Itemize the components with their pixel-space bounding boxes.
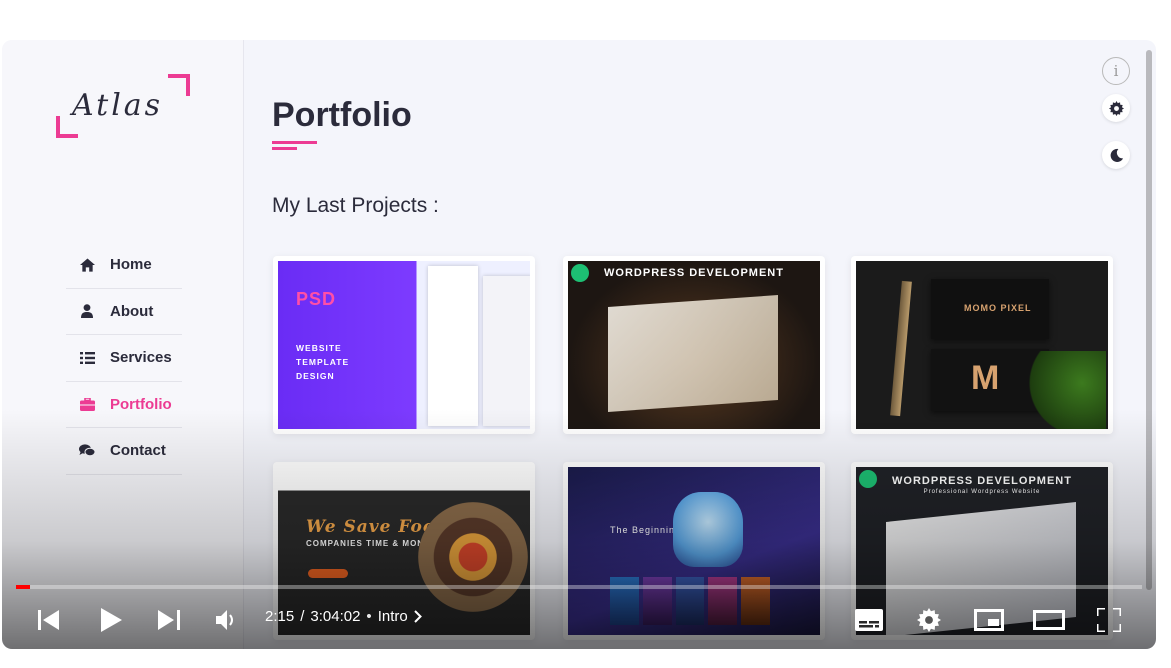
theater-mode-icon [1033, 610, 1065, 630]
portfolio-card[interactable]: The Beginning [563, 462, 825, 640]
spices-image [418, 502, 528, 612]
subtitles-button[interactable] [852, 602, 886, 638]
fullscreen-button[interactable] [1092, 602, 1126, 638]
template-preview [608, 295, 778, 412]
project-caption: The Beginning [610, 525, 682, 535]
subtitles-icon [855, 609, 883, 631]
fern-icon [1026, 351, 1106, 429]
chapter-button[interactable]: Intro [378, 608, 422, 625]
moon-icon[interactable] [1102, 141, 1130, 169]
project-caption: WORDPRESS DEVELOPMENT [892, 475, 1072, 487]
sidebar-item-label: About [110, 302, 154, 320]
project-thumbnail: MOMO PIXEL M [856, 261, 1108, 429]
project-thumbnail: WORDPRESS DEVELOPMENT [568, 261, 820, 429]
briefcase-icon [78, 397, 96, 411]
comments-icon [78, 444, 96, 457]
sidebar: Atlas Home About Services Portfolio Cont… [2, 40, 244, 649]
settings-button[interactable] [912, 602, 946, 638]
gear-icon[interactable] [1102, 94, 1130, 122]
pen-icon [890, 280, 912, 417]
project-subtitle: COMPANIES TIME & MONEY [306, 539, 437, 548]
play-button[interactable] [94, 602, 128, 638]
project-caption: MOMO PIXEL [964, 303, 1032, 313]
project-caption: PSD [296, 289, 337, 309]
sidebar-item-label: Home [110, 256, 152, 274]
scrollbar[interactable] [1146, 50, 1152, 590]
sidebar-item-label: Portfolio [110, 395, 172, 413]
theater-mode-button[interactable] [1032, 602, 1066, 638]
portfolio-card[interactable]: WORDPRESS DEVELOPMENT [563, 256, 825, 434]
previous-button[interactable] [32, 602, 66, 638]
project-subtitle: Professional Wordpress Website [923, 489, 1041, 495]
project-thumbnail: The Beginning [568, 467, 820, 635]
portfolio-card[interactable]: PSD WEBSITE TEMPLATE DESIGN [273, 256, 535, 434]
project-subtitle: WEBSITE TEMPLATE DESIGN [296, 343, 350, 381]
main-content: Portfolio My Last Projects : PSD WEBSITE… [245, 40, 1156, 649]
sidebar-nav: Home About Services Portfolio Contact [66, 242, 182, 475]
volume-button[interactable] [210, 602, 244, 638]
logo-mark-icon: M [971, 359, 1000, 397]
sidebar-item-label: Services [110, 349, 172, 367]
character-image [673, 492, 743, 567]
list-icon [78, 351, 96, 364]
home-icon [78, 258, 96, 272]
progress-fill [16, 585, 30, 589]
template-preview [483, 276, 530, 426]
time-display: 2:15 / 3:04:02 • Intro [265, 608, 422, 625]
skip-previous-icon [38, 610, 59, 630]
chevron-right-icon [413, 610, 422, 623]
sidebar-item-label: Contact [110, 442, 166, 460]
play-icon [101, 608, 122, 632]
sidebar-item-services[interactable]: Services [66, 335, 182, 382]
page-title: Portfolio [272, 96, 412, 134]
title-underline [272, 141, 317, 144]
progress-bar[interactable] [16, 585, 1142, 589]
info-icon[interactable]: i [1102, 57, 1130, 85]
sidebar-item-home[interactable]: Home [66, 242, 182, 289]
miniplayer-icon [974, 609, 1004, 631]
chapter-separator: • [366, 608, 372, 625]
user-icon [78, 304, 96, 319]
video-player[interactable]: Atlas Home About Services Portfolio Cont… [2, 40, 1156, 649]
skip-next-icon [158, 610, 180, 630]
title-underline [272, 147, 297, 150]
time-separator: / [300, 608, 305, 625]
logo-text: Atlas [72, 88, 164, 123]
volume-icon [216, 610, 233, 630]
sidebar-item-contact[interactable]: Contact [66, 428, 182, 475]
section-title: My Last Projects : [272, 194, 439, 217]
logo-bracket [168, 74, 190, 96]
next-button[interactable] [152, 602, 186, 638]
sidebar-item-portfolio[interactable]: Portfolio [66, 382, 182, 428]
sidebar-item-about[interactable]: About [66, 289, 182, 335]
template-preview [428, 266, 478, 426]
cta-button [308, 569, 348, 578]
chapter-title: Intro [377, 608, 408, 625]
project-thumbnail: PSD WEBSITE TEMPLATE DESIGN [278, 261, 530, 429]
gear-icon [917, 608, 941, 632]
current-time: 2:15 [265, 608, 295, 625]
logo[interactable]: Atlas [56, 74, 190, 138]
portfolio-card[interactable]: MOMO PIXEL M [851, 256, 1113, 434]
miniplayer-button[interactable] [972, 602, 1006, 638]
fullscreen-icon [1097, 608, 1121, 632]
project-caption: WORDPRESS DEVELOPMENT [604, 267, 784, 279]
duration: 3:04:02 [310, 608, 361, 625]
